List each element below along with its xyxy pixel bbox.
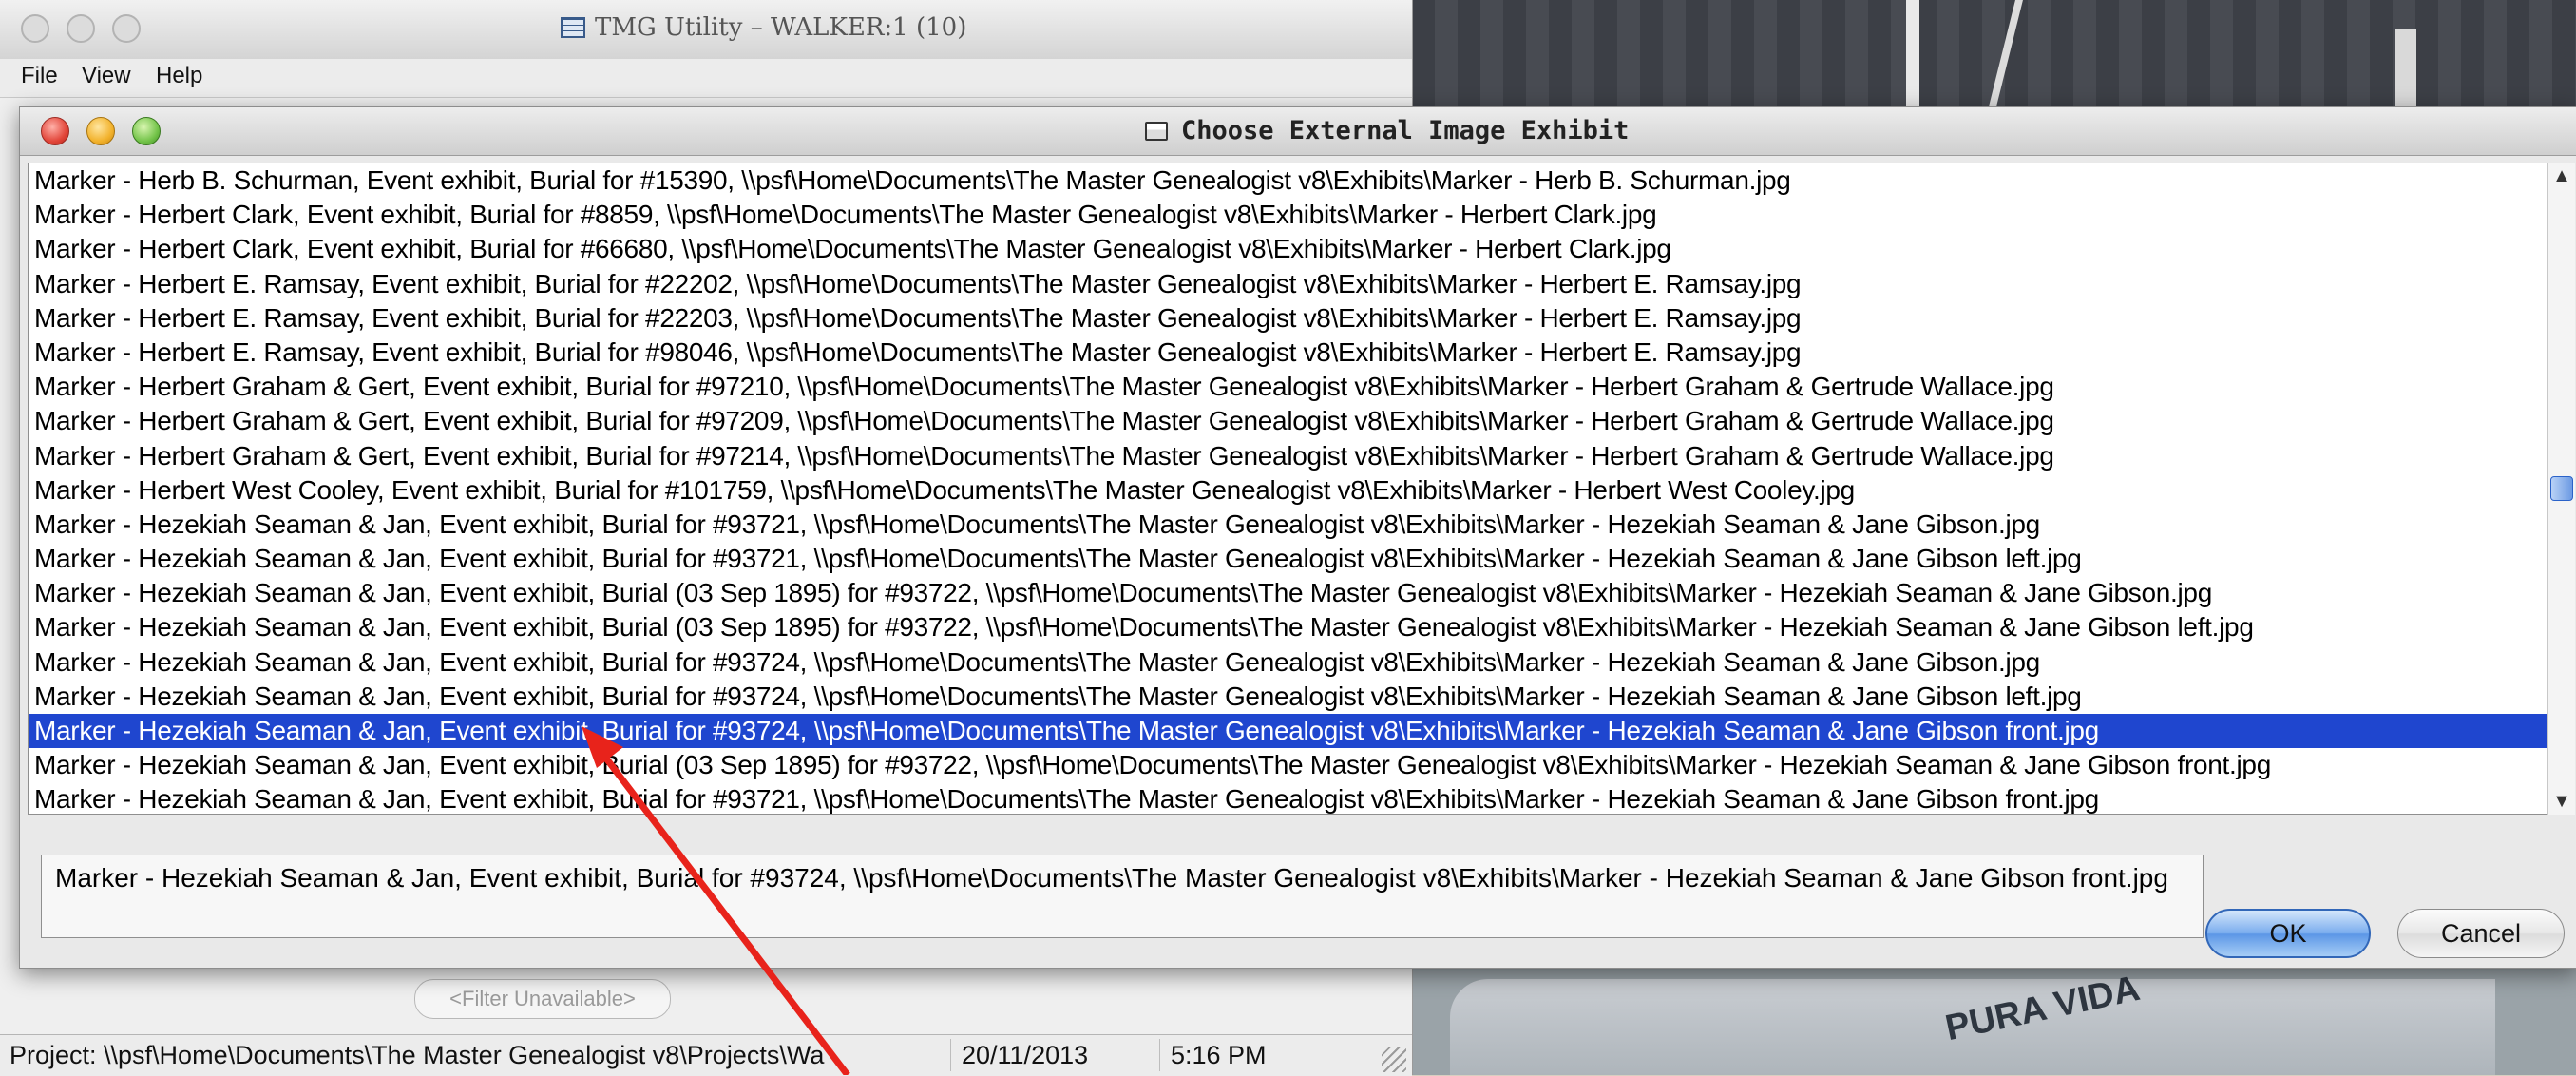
list-item[interactable]: Marker - Herbert Clark, Event exhibit, B… (29, 232, 2547, 266)
dialog-icon (1145, 121, 1168, 141)
list-item[interactable]: Marker - Herbert E. Ramsay, Event exhibi… (29, 301, 2547, 336)
minimize-light-icon[interactable] (67, 14, 95, 43)
window-titlebar[interactable]: TMG Utility – WALKER:1 (10) (0, 0, 1412, 60)
list-item[interactable]: Marker - Herbert Graham & Gert, Event ex… (29, 404, 2547, 438)
resize-grip-icon[interactable] (1382, 1047, 1406, 1072)
list-item[interactable]: Marker - Hezekiah Seaman & Jan, Event ex… (29, 680, 2547, 714)
photo-chimney (2395, 29, 2416, 114)
filter-button[interactable]: <Filter Unavailable> (414, 979, 671, 1019)
ok-button[interactable]: OK (2205, 909, 2371, 958)
list-item[interactable]: Marker - Herbert E. Ramsay, Event exhibi… (29, 336, 2547, 370)
list-item[interactable]: Marker - Hezekiah Seaman & Jan, Event ex… (29, 508, 2547, 542)
list-item[interactable]: Marker - Herbert Graham & Gert, Event ex… (29, 370, 2547, 404)
window-title: TMG Utility – WALKER:1 (10) (561, 13, 966, 42)
dialog-title: Choose External Image Exhibit (1145, 116, 1629, 145)
status-bar: Project: \\psf\Home\Documents\The Master… (0, 1034, 1412, 1076)
status-time: 5:16 PM (1171, 1041, 1267, 1069)
exhibit-list[interactable]: Marker - Herb B. Schurman, Event exhibit… (28, 163, 2547, 815)
list-item[interactable]: Marker - Hezekiah Seaman & Jan, Event ex… (29, 748, 2547, 782)
menu-help[interactable]: Help (156, 63, 202, 89)
cancel-button[interactable]: Cancel (2397, 909, 2565, 958)
photo-pole (1906, 0, 1919, 114)
scroll-down-icon[interactable]: ▼ (2548, 788, 2575, 815)
menu-view[interactable]: View (82, 63, 131, 89)
list-item[interactable]: Marker - Herb B. Schurman, Event exhibit… (29, 163, 2547, 198)
dialog-title-text: Choose External Image Exhibit (1181, 116, 1630, 145)
close-light-icon[interactable] (41, 117, 69, 145)
vertical-scrollbar[interactable]: ▲ ▼ (2547, 163, 2575, 815)
window-title-text: TMG Utility – WALKER:1 (10) (595, 13, 967, 42)
list-item[interactable]: Marker - Hezekiah Seaman & Jan, Event ex… (29, 714, 2547, 749)
close-light-icon[interactable] (21, 14, 49, 43)
dialog-titlebar[interactable]: Choose External Image Exhibit (20, 107, 2576, 156)
zoom-light-icon[interactable] (112, 14, 141, 43)
list-item[interactable]: Marker - Herbert Clark, Event exhibit, B… (29, 198, 2547, 232)
scroll-thumb[interactable] (2550, 476, 2573, 501)
list-item[interactable]: Marker - Hezekiah Seaman & Jan, Event ex… (29, 782, 2547, 814)
choose-external-image-exhibit-dialog: Choose External Image Exhibit Marker - H… (19, 106, 2576, 969)
menu-file[interactable]: File (21, 63, 58, 89)
list-item[interactable]: Marker - Hezekiah Seaman & Jan, Event ex… (29, 645, 2547, 680)
list-item[interactable]: Marker - Hezekiah Seaman & Jan, Event ex… (29, 610, 2547, 644)
list-item[interactable]: Marker - Herbert Graham & Gert, Event ex… (29, 439, 2547, 473)
scroll-up-icon[interactable]: ▲ (2548, 163, 2575, 189)
selected-exhibit-detail: Marker - Hezekiah Seaman & Jan, Event ex… (41, 855, 2204, 938)
status-project: Project: \\psf\Home\Documents\The Master… (10, 1039, 951, 1071)
minimize-light-icon[interactable] (86, 117, 115, 145)
list-item[interactable]: Marker - Herbert E. Ramsay, Event exhibi… (29, 267, 2547, 301)
zoom-light-icon[interactable] (132, 117, 161, 145)
list-item[interactable]: Marker - Hezekiah Seaman & Jan, Event ex… (29, 542, 2547, 576)
window-icon (561, 17, 585, 38)
list-item[interactable]: Marker - Herbert West Cooley, Event exhi… (29, 473, 2547, 508)
menubar: File View Help (0, 59, 1412, 98)
list-item[interactable]: Marker - Hezekiah Seaman & Jan, Event ex… (29, 576, 2547, 610)
status-date: 20/11/2013 (962, 1039, 1160, 1071)
